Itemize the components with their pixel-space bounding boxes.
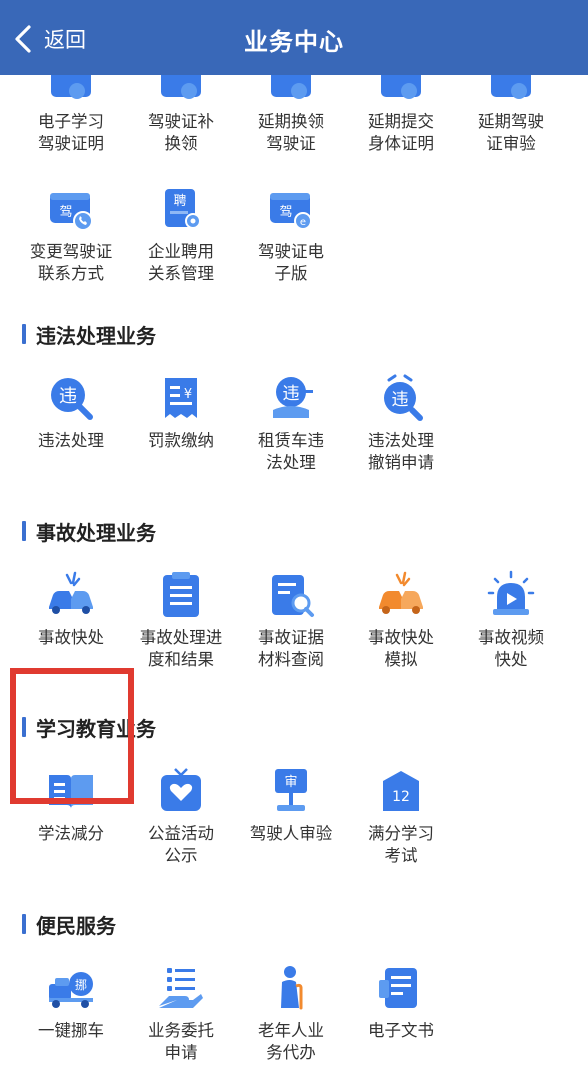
section-title-convenience: 便民服务 xyxy=(22,909,116,939)
violation-search-icon: 违 xyxy=(45,372,97,424)
health-delay-icon xyxy=(375,75,427,105)
grid-item-accident-quick[interactable]: 事故快处 xyxy=(16,569,126,649)
grid-item-label: 事故视频 快处 xyxy=(478,628,544,669)
grid-item-fine-payment[interactable]: ¥ 罚款缴纳 xyxy=(126,372,236,452)
grid-item-label: 电子学习 驾驶证明 xyxy=(38,112,104,153)
grid-item-license-delay[interactable]: 延期换领 驾驶证 xyxy=(236,75,346,155)
grid-item-e-license[interactable]: 驾e 驾驶证电 子版 xyxy=(236,183,346,285)
grid-item-accident-evidence[interactable]: 事故证据 材料查阅 xyxy=(236,569,346,671)
tow-truck-icon: 挪 xyxy=(45,962,97,1014)
grid-item-license-replace[interactable]: 驾驶证补 换领 xyxy=(126,75,236,155)
grid-item-business-entrust[interactable]: 业务委托 申请 xyxy=(126,962,236,1064)
grid-item-label: 业务委托 申请 xyxy=(148,1021,214,1062)
grid-item-accident-video[interactable]: 事故视频 快处 xyxy=(456,569,566,671)
e-document-icon xyxy=(375,962,427,1014)
grid-item-label: 违法处理 撤销申请 xyxy=(368,431,434,472)
svg-text:违: 违 xyxy=(59,386,77,407)
grid-item-label: 驾驶证补 换领 xyxy=(148,112,214,153)
grid-item-label: 罚款缴纳 xyxy=(148,431,214,450)
elderly-icon xyxy=(265,962,317,1014)
car-crash-simulation-icon xyxy=(375,569,427,621)
grid-item-elderly-service[interactable]: 老年人业 务代办 xyxy=(236,962,346,1064)
section-title-accident: 事故处理业务 xyxy=(22,516,156,546)
license-replace-icon xyxy=(155,75,207,105)
grid-item-public-welfare[interactable]: 公益活动 公示 xyxy=(126,765,236,867)
grid-item-label: 驾驶证电 子版 xyxy=(258,242,324,283)
car-crash-icon xyxy=(45,569,97,621)
svg-text:违: 违 xyxy=(283,384,300,404)
grid-item-label: 租赁车违 法处理 xyxy=(258,431,324,472)
clipboard-icon xyxy=(155,569,207,621)
license-delay-icon xyxy=(265,75,317,105)
audit-delay-icon xyxy=(485,75,537,105)
grid-item-employment-management[interactable]: 聘 企业聘用 关系管理 xyxy=(126,183,236,285)
grid-item-label: 事故证据 材料查阅 xyxy=(258,628,324,669)
rental-violation-icon: 违 xyxy=(265,372,317,424)
grid-item-move-car[interactable]: 挪 一键挪车 xyxy=(16,962,126,1042)
grid-item-label: 学法减分 xyxy=(38,824,104,843)
grid-item-full-score-exam[interactable]: 12 满分学习 考试 xyxy=(346,765,456,867)
audit-board-icon: 审 xyxy=(265,765,317,817)
grid-item-label: 电子文书 xyxy=(368,1021,434,1040)
employment-icon: 聘 xyxy=(155,183,207,235)
highlight-box xyxy=(10,668,134,804)
svg-text:聘: 聘 xyxy=(173,194,186,209)
grid-item-health-delay[interactable]: 延期提交 身体证明 xyxy=(346,75,456,155)
top-navigation-bar: 返回 业务中心 xyxy=(0,0,588,75)
calendar-12-icon: 12 xyxy=(375,765,427,817)
grid-item-label: 公益活动 公示 xyxy=(148,824,214,865)
license-contact-icon: 驾 xyxy=(45,183,97,235)
grid-item-label: 老年人业 务代办 xyxy=(258,1021,324,1062)
page-title: 业务中心 xyxy=(244,28,344,56)
grid-item-violation-revoke[interactable]: 违 违法处理 撤销申请 xyxy=(346,372,456,474)
svg-text:违: 违 xyxy=(392,390,409,410)
grid-item-audit-delay[interactable]: 延期驾驶 证审验 xyxy=(456,75,566,155)
grid-item-label: 企业聘用 关系管理 xyxy=(148,242,214,283)
grid-item-label: 违法处理 xyxy=(38,431,104,450)
violation-revoke-icon: 违 xyxy=(375,372,427,424)
grid-item-label: 延期驾驶 证审验 xyxy=(478,112,544,153)
grid-item-label: 延期提交 身体证明 xyxy=(368,112,434,153)
grid-item-e-document[interactable]: 电子文书 xyxy=(346,962,456,1042)
heart-hands-icon xyxy=(155,765,207,817)
grid-item-accident-progress[interactable]: 事故处理进 度和结果 xyxy=(126,569,236,671)
svg-text:挪: 挪 xyxy=(75,978,87,992)
svg-text:审: 审 xyxy=(284,775,297,790)
grid-item-label: 满分学习 考试 xyxy=(368,824,434,865)
grid-item-label: 变更驾驶证 联系方式 xyxy=(29,242,113,283)
svg-text:e: e xyxy=(300,217,306,228)
hand-list-icon xyxy=(155,962,207,1014)
service-list[interactable]: 电子学习 驾驶证明 驾驶证补 换领 延期换领 驾驶证 延期提交 身体证明 延期驾… xyxy=(0,75,588,1092)
e-license-card-icon: 驾e xyxy=(265,183,317,235)
grid-item-violation-handling[interactable]: 违 违法处理 xyxy=(16,372,126,452)
fine-receipt-icon: ¥ xyxy=(155,372,207,424)
grid-item-label: 驾驶人审验 xyxy=(249,824,333,843)
grid-item-e-study-certificate[interactable]: 电子学习 驾驶证明 xyxy=(16,75,126,155)
e-license-icon xyxy=(45,75,97,105)
grid-item-label: 事故快处 xyxy=(38,628,104,647)
grid-item-rental-violation[interactable]: 违 租赁车违 法处理 xyxy=(236,372,346,474)
document-search-icon xyxy=(265,569,317,621)
grid-item-label: 事故快处 模拟 xyxy=(368,628,434,669)
grid-item-label: 一键挪车 xyxy=(38,1021,104,1040)
grid-item-accident-simulation[interactable]: 事故快处 模拟 xyxy=(346,569,456,671)
grid-item-driver-audit[interactable]: 审 驾驶人审验 xyxy=(236,765,346,845)
grid-item-label: 延期换领 驾驶证 xyxy=(258,112,324,153)
svg-text:12: 12 xyxy=(392,789,410,805)
grid-item-label: 事故处理进 度和结果 xyxy=(139,628,223,669)
svg-text:驾: 驾 xyxy=(279,205,292,220)
grid-item-change-license-contact[interactable]: 驾 变更驾驶证 联系方式 xyxy=(16,183,126,285)
section-title-violation: 违法处理业务 xyxy=(22,319,156,349)
siren-video-icon xyxy=(485,569,537,621)
svg-text:驾: 驾 xyxy=(59,205,72,220)
svg-text:¥: ¥ xyxy=(184,387,192,402)
